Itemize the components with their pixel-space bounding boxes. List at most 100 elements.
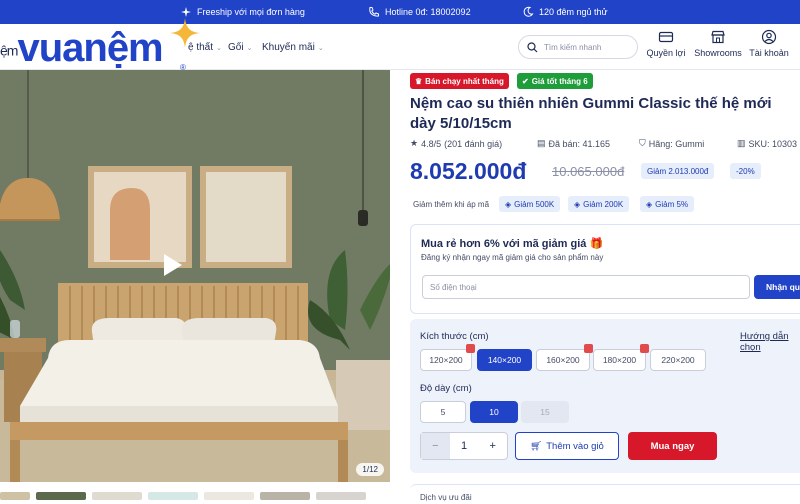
crown-icon: ♛ (415, 76, 423, 86)
best-seller-label: Bán chạy nhất tháng (425, 76, 504, 86)
nav-label: Khuyến mãi (262, 42, 315, 53)
thickness-option-15[interactable]: 15 (521, 401, 569, 423)
thickness-label: Độ dày (cm) (420, 383, 472, 394)
showrooms-link[interactable]: Showrooms (691, 29, 745, 58)
buy-now-button[interactable]: Mua ngay (628, 432, 717, 460)
thumbnail[interactable] (260, 492, 310, 500)
chevron-down-icon: ⌄ (216, 44, 222, 52)
thickness-option-label: 5 (440, 407, 446, 417)
hotline-text: Hotline 0đ: 18002092 (385, 7, 471, 17)
coupon-signup-box: Mua rẻ hơn 6% với mã giảm giá 🎁 Đăng ký … (410, 224, 800, 314)
thumbnail[interactable] (0, 492, 30, 500)
gift-icon (584, 344, 593, 353)
search-placeholder: Tìm kiếm nhanh (544, 42, 602, 52)
benefits-label: Quyền lợi (646, 48, 686, 58)
brand-text: Hãng: Gummi (648, 138, 705, 149)
thumbnail[interactable] (36, 492, 86, 500)
coupon-500k[interactable]: ◈ Giảm 500K (499, 196, 561, 212)
good-price-label: Giá tốt tháng 6 (531, 76, 588, 86)
brand-info[interactable]: ⛉ Hãng: Gummi (639, 138, 704, 149)
sold-text: Đã bán: 41.165 (548, 138, 611, 149)
rating[interactable]: ★ 4.8/5 (201 đánh giá) (410, 138, 502, 149)
hotline-notice[interactable]: Hotline 0đ: 18002092 (368, 0, 471, 24)
sold-count: ▤ Đã bán: 41.165 (537, 138, 610, 149)
old-price: 10.065.000đ (552, 164, 625, 179)
image-counter: 1/12 (356, 463, 384, 476)
phone-input[interactable]: Số điện thoại (422, 275, 750, 299)
site-header: ệmvuanệm ® ệ thất ⌄ Gối ⌄ Khuyến mãi ⌄ T… (0, 18, 800, 72)
sku-info: ▥ SKU: 10303 (737, 138, 797, 149)
coupon-200k[interactable]: ◈ Giảm 200K (568, 196, 630, 212)
cart-icon: 🛒︎ (530, 440, 543, 452)
thickness-option-10[interactable]: 10 (470, 401, 518, 423)
increase-button[interactable]: + (478, 433, 507, 459)
promo-title: Mua rẻ hơn 6% với mã giảm giá 🎁 (421, 238, 604, 250)
size-option-140x200[interactable]: 140×200 (477, 349, 532, 371)
current-price: 8.052.000đ (410, 158, 527, 184)
promo-subtitle: Đăng ký nhận ngay mã giảm giá cho sản ph… (421, 253, 604, 262)
rating-value: 4.8/5 (421, 138, 442, 149)
add-to-cart-label: Thêm vào giỏ (546, 440, 604, 452)
coupon-5pct[interactable]: ◈ Giảm 5% (640, 196, 695, 212)
size-option-180x200[interactable]: 180×200 (593, 344, 649, 371)
coupon-label: Giảm 200K (583, 199, 624, 209)
top-announcement-bar: Freeship với mọi đơn hàng Hotline 0đ: 18… (0, 0, 800, 24)
best-seller-badge: ♛ Bán chạy nhất tháng (410, 73, 509, 89)
brand-logo[interactable]: ệmvuanệm ® (0, 18, 200, 72)
user-icon (761, 29, 777, 45)
size-guide-link[interactable]: Hướng dẫn chọn (740, 331, 800, 353)
product-image (0, 70, 390, 482)
quantity-value[interactable]: 1 (450, 433, 479, 459)
thumbnail[interactable] (316, 492, 366, 500)
thickness-option-label: 10 (489, 407, 499, 417)
account-label: Tài khoản (749, 48, 789, 58)
benefits-link[interactable]: Quyền lợi (639, 29, 693, 58)
check-badge-icon: ✔ (522, 76, 529, 86)
discount-amount-badge: Giảm 2.013.000đ (641, 163, 715, 179)
discount-percent-badge: -20% (730, 163, 761, 179)
size-option-220x200[interactable]: 220×200 (650, 349, 706, 371)
moon-icon (523, 6, 534, 17)
size-option-label: 220×200 (661, 355, 695, 365)
thumbnail[interactable] (92, 492, 142, 500)
size-option-160x200[interactable]: 160×200 (536, 344, 593, 371)
review-count: (201 đánh giá) (444, 138, 503, 149)
tag-icon: ◈ (574, 199, 581, 209)
coupon-label: Giảm 5% (655, 199, 689, 209)
phone-icon (369, 7, 379, 17)
thumbnail[interactable] (148, 492, 198, 500)
good-price-badge: ✔ Giá tốt tháng 6 (517, 73, 593, 89)
claim-gift-button[interactable]: Nhận quà (754, 275, 800, 299)
showrooms-label: Showrooms (694, 48, 742, 58)
shield-icon: ⛉ (639, 138, 646, 148)
coupon-label: Giảm thêm khi áp mã (413, 200, 490, 209)
size-option-label: 120×200 (429, 355, 463, 365)
tag-icon: ◈ (646, 199, 653, 209)
coupon-label: Giảm 500K (514, 199, 555, 209)
decrease-button[interactable]: − (421, 433, 450, 459)
barcode-icon: ▥ (737, 138, 746, 148)
product-info: ♛ Bán chạy nhất tháng ✔ Giá tốt tháng 6 … (410, 70, 800, 504)
nav-promotions[interactable]: Khuyến mãi ⌄ (262, 42, 324, 53)
size-option-120x200[interactable]: 120×200 (420, 344, 475, 371)
tag-icon: ◈ (505, 199, 512, 209)
nav-pillows[interactable]: Gối ⌄ (228, 42, 252, 53)
thumbnail[interactable] (204, 492, 254, 500)
thickness-option-5[interactable]: 5 (420, 401, 466, 423)
nav-furniture[interactable]: ệ thất ⌄ (188, 42, 222, 53)
nav-label: Gối (228, 42, 244, 53)
product-gallery[interactable]: 1/12 (0, 70, 390, 482)
star-icon: ★ (410, 138, 419, 148)
size-option-label: 140×200 (487, 355, 522, 365)
receipt-icon: ▤ (537, 138, 546, 148)
trial-text: 120 đêm ngủ thử (539, 7, 608, 17)
sku-text: SKU: 10303 (748, 138, 798, 149)
quantity-stepper: − 1 + (420, 432, 508, 460)
store-icon (711, 30, 725, 44)
gift-icon (466, 344, 475, 353)
search-input[interactable]: Tìm kiếm nhanh (518, 35, 638, 59)
add-to-cart-button[interactable]: 🛒︎ Thêm vào giỏ (515, 432, 619, 460)
services-section-header: Dịch vụ ưu đãi (410, 484, 800, 504)
account-link[interactable]: Tài khoản (742, 29, 796, 58)
chevron-down-icon: ⌄ (246, 44, 253, 52)
